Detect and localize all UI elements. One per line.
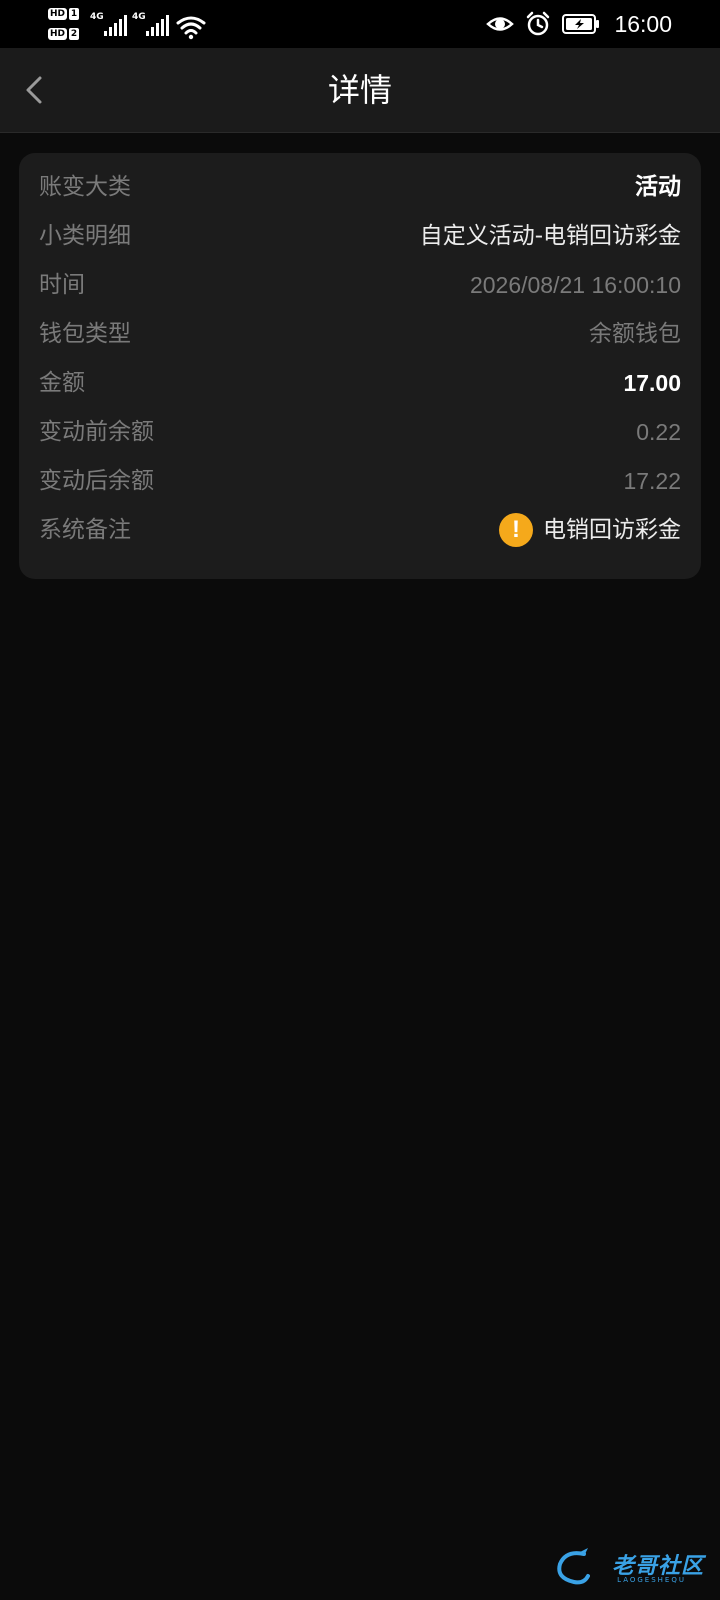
status-bar-right: 16:00	[486, 0, 672, 48]
detail-label: 金额	[39, 370, 85, 396]
detail-value-category: 活动	[635, 174, 681, 200]
detail-row-category: 账变大类 活动	[39, 167, 681, 207]
detail-row-balance-after: 变动后余额 17.22	[39, 461, 681, 501]
detail-label: 钱包类型	[39, 321, 131, 347]
battery-charging-icon	[562, 14, 600, 34]
detail-label: 系统备注	[39, 517, 131, 543]
watermark-logo: 老哥社区 LAOGESHEQU	[554, 1546, 704, 1590]
detail-value-wallet-type: 余额钱包	[589, 321, 681, 347]
sim2-number: 2	[69, 28, 80, 40]
signal-1-icon: 4G	[90, 12, 130, 36]
detail-row-system-note: 系统备注 ! 电销回访彩金	[39, 510, 681, 550]
sim1-indicator: HD 1	[48, 6, 80, 22]
detail-label: 变动后余额	[39, 468, 154, 494]
page-title: 详情	[327, 71, 392, 109]
detail-value-balance-before: 0.22	[636, 419, 681, 445]
sim2-indicator: HD 2	[48, 26, 80, 42]
detail-value-system-note: 电销回访彩金	[543, 517, 681, 543]
page: HD 1 HD 2 4G 4G 16:00 详情 账变大类 活动 小类明细 自定…	[0, 0, 720, 1600]
alarm-icon	[527, 11, 550, 36]
detail-label: 小类明细	[39, 223, 131, 249]
sim1-number: 1	[69, 8, 80, 20]
detail-label: 账变大类	[39, 174, 131, 200]
detail-row-subcategory: 小类明细 自定义活动-电销回访彩金	[39, 216, 681, 256]
network-type-1: 4G	[90, 12, 104, 22]
system-note-value: ! 电销回访彩金	[499, 510, 681, 550]
sim2-hd-badge: HD	[48, 28, 68, 40]
wifi-icon	[176, 16, 206, 40]
detail-card: 账变大类 活动 小类明细 自定义活动-电销回访彩金 时间 2026/08/21 …	[19, 153, 701, 579]
detail-value-balance-after: 17.22	[623, 468, 681, 494]
warning-icon: !	[499, 513, 533, 547]
signal-2-icon: 4G	[132, 12, 172, 36]
header: 详情	[0, 48, 720, 133]
detail-row-time: 时间 2026/08/21 16:00:10	[39, 265, 681, 305]
detail-label: 变动前余额	[39, 419, 154, 445]
detail-label: 时间	[39, 272, 85, 298]
network-type-2: 4G	[132, 12, 146, 22]
watermark-subtext: LAOGESHEQU	[617, 1576, 686, 1584]
status-time: 16:00	[614, 10, 672, 37]
detail-value-subcategory: 自定义活动-电销回访彩金	[419, 223, 681, 249]
detail-row-amount: 金额 17.00	[39, 363, 681, 403]
status-bar: HD 1 HD 2 4G 4G 16:00	[0, 0, 720, 48]
eye-icon	[486, 17, 515, 31]
dragon-logo-icon	[557, 1548, 590, 1585]
detail-value-amount: 17.00	[623, 370, 681, 396]
detail-value-time: 2026/08/21 16:00:10	[469, 272, 681, 298]
sim-indicators: HD 1 HD 2	[48, 4, 88, 44]
sim1-hd-badge: HD	[48, 8, 68, 20]
detail-row-wallet-type: 钱包类型 余额钱包	[39, 314, 681, 354]
detail-row-balance-before: 变动前余额 0.22	[39, 412, 681, 452]
